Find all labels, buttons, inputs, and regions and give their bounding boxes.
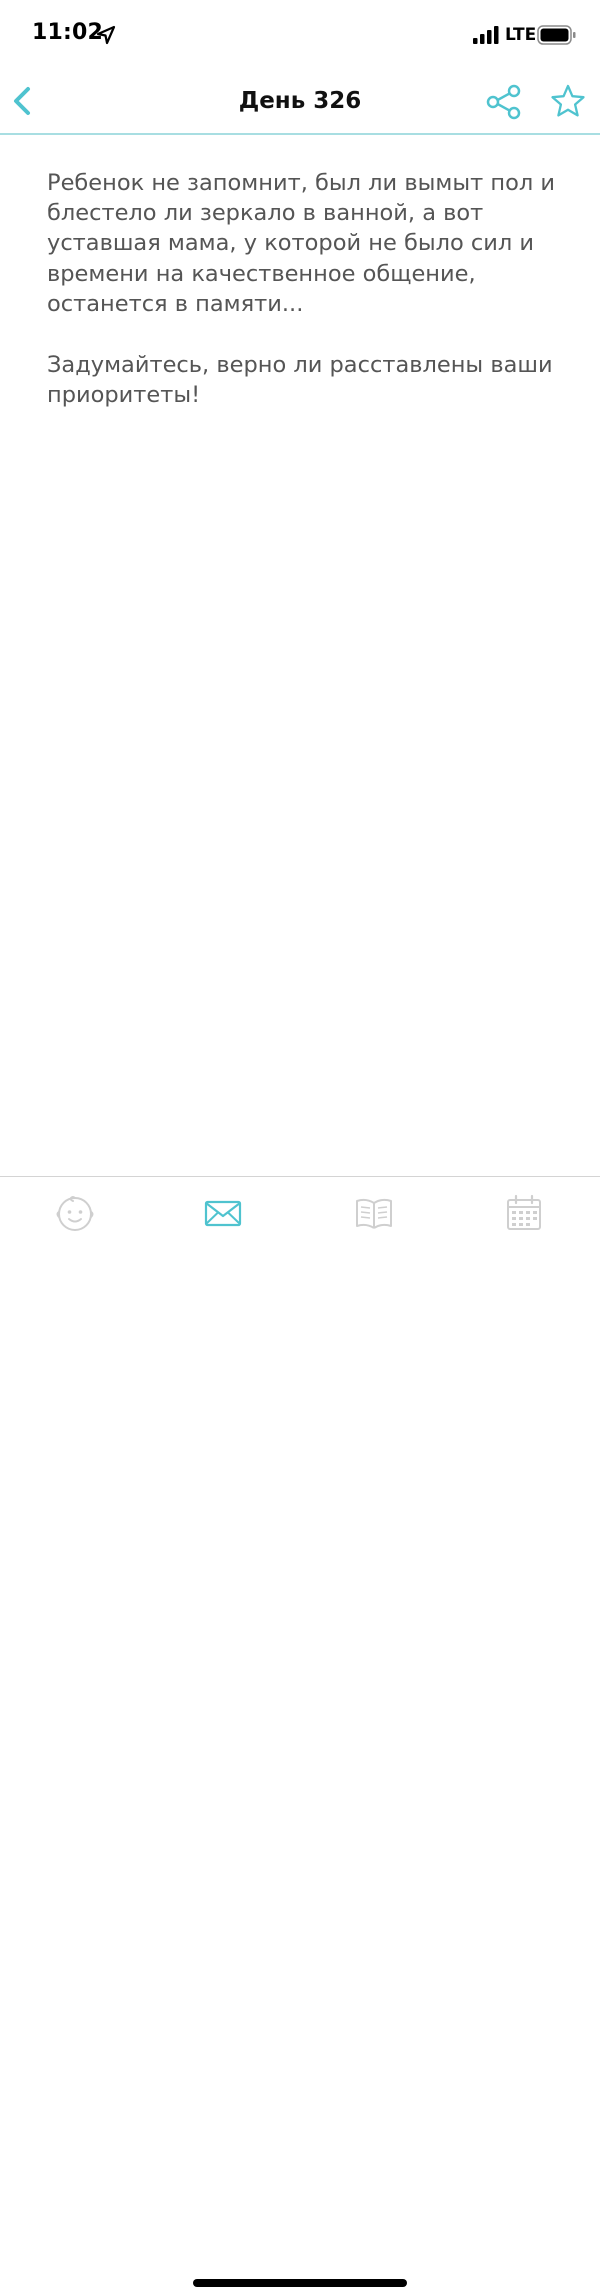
message-paragraph: Ребенок не запомнит, был ли вымыт пол и …: [47, 170, 555, 317]
share-icon: [486, 84, 521, 120]
open-book-icon: [356, 1198, 392, 1229]
baby-face-icon: [56, 1196, 94, 1231]
message-paragraph: Задумайтесь, верно ли расставлены ваши п…: [47, 352, 553, 409]
chevron-left-icon: [14, 87, 30, 115]
calendar-icon: [507, 1194, 541, 1230]
signal-bars-icon: [473, 26, 499, 44]
nav-bar: День 326: [0, 72, 600, 135]
page-title: День 326: [238, 88, 362, 114]
envelope-icon: [204, 1200, 242, 1227]
status-time: 11:02: [32, 20, 104, 45]
tab-bar: [0, 1176, 600, 2287]
tab-calendar[interactable]: [502, 1191, 546, 1235]
status-bar: 11:02 LTE: [0, 0, 600, 72]
tab-messages[interactable]: [201, 1191, 245, 1235]
network-type-label: LTE: [505, 25, 537, 45]
home-indicator: [193, 2279, 407, 2287]
daily-message: Ребенок не запомнит, был ли вымыт пол и …: [47, 168, 557, 441]
back-button[interactable]: [0, 78, 44, 124]
favorite-button[interactable]: [548, 82, 588, 122]
battery-icon: [537, 25, 576, 45]
tab-baby[interactable]: [53, 1191, 97, 1235]
share-button[interactable]: [484, 82, 524, 122]
tab-library[interactable]: [352, 1191, 396, 1235]
star-icon: [551, 84, 585, 117]
location-arrow-icon: [96, 25, 116, 45]
